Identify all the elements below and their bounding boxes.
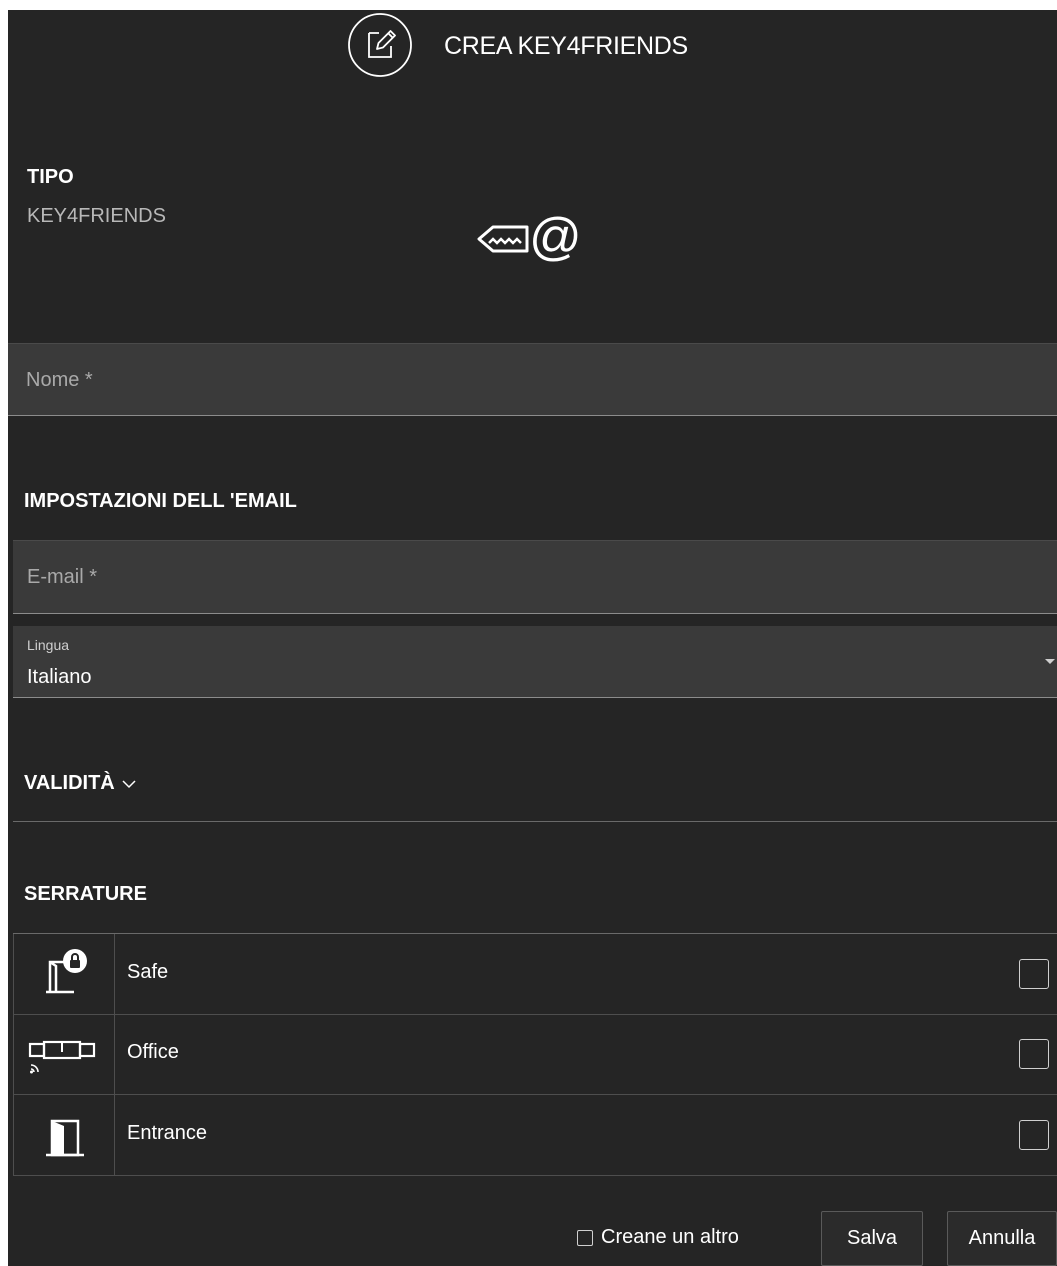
lock-checkbox[interactable] [1019,1120,1049,1150]
lock-checkbox[interactable] [1019,959,1049,989]
lock-name: Entrance [127,1122,208,1144]
validity-toggle[interactable]: VALIDITÀ [24,772,137,795]
create-key-dialog: CREA KEY4FRIENDS TIPO KEY4FRIENDS @ Nome… [8,10,1057,1266]
cancel-button[interactable]: Annulla [947,1211,1057,1266]
language-select[interactable]: Lingua Italiano [13,626,1057,698]
edit-icon [348,13,412,77]
chevron-down-icon [122,779,136,788]
dialog-title: CREA KEY4FRIENDS [444,32,688,60]
entrance-door-icon [46,1119,84,1157]
locks-title: SERRATURE [24,883,147,905]
dropdown-arrow-icon [1045,659,1055,664]
office-lock-icon [28,1040,96,1074]
email-settings-title: IMPOSTAZIONI DELL 'EMAIL [24,490,297,512]
save-button[interactable]: Salva [821,1211,923,1266]
language-value: Italiano [27,666,92,688]
type-value: KEY4FRIENDS [27,205,166,227]
create-another-label: Creane un altro [601,1226,739,1248]
email-placeholder: E-mail * [27,566,98,588]
lock-row-office[interactable]: Office [13,1014,1057,1095]
dialog-header: CREA KEY4FRIENDS [8,10,1057,90]
type-label: TIPO [27,166,74,188]
lock-name: Office [127,1041,179,1063]
language-label: Lingua [27,637,70,653]
svg-text:@: @ [529,208,582,266]
name-field[interactable]: Nome * [8,343,1057,416]
create-another-checkbox[interactable]: Creane un altro [577,1226,739,1249]
lock-row-safe[interactable]: Safe [13,933,1057,1015]
email-field[interactable]: E-mail * [13,540,1057,614]
name-placeholder: Nome * [26,369,93,391]
safe-lock-icon [46,949,87,994]
checkbox-box[interactable] [577,1229,593,1246]
lock-checkbox[interactable] [1019,1039,1049,1069]
divider [13,821,1057,822]
lock-row-entrance[interactable]: Entrance [13,1095,1057,1176]
lock-name: Safe [127,961,169,983]
validity-label: VALIDITÀ [24,772,115,794]
key-at-icon: @ [477,208,582,266]
